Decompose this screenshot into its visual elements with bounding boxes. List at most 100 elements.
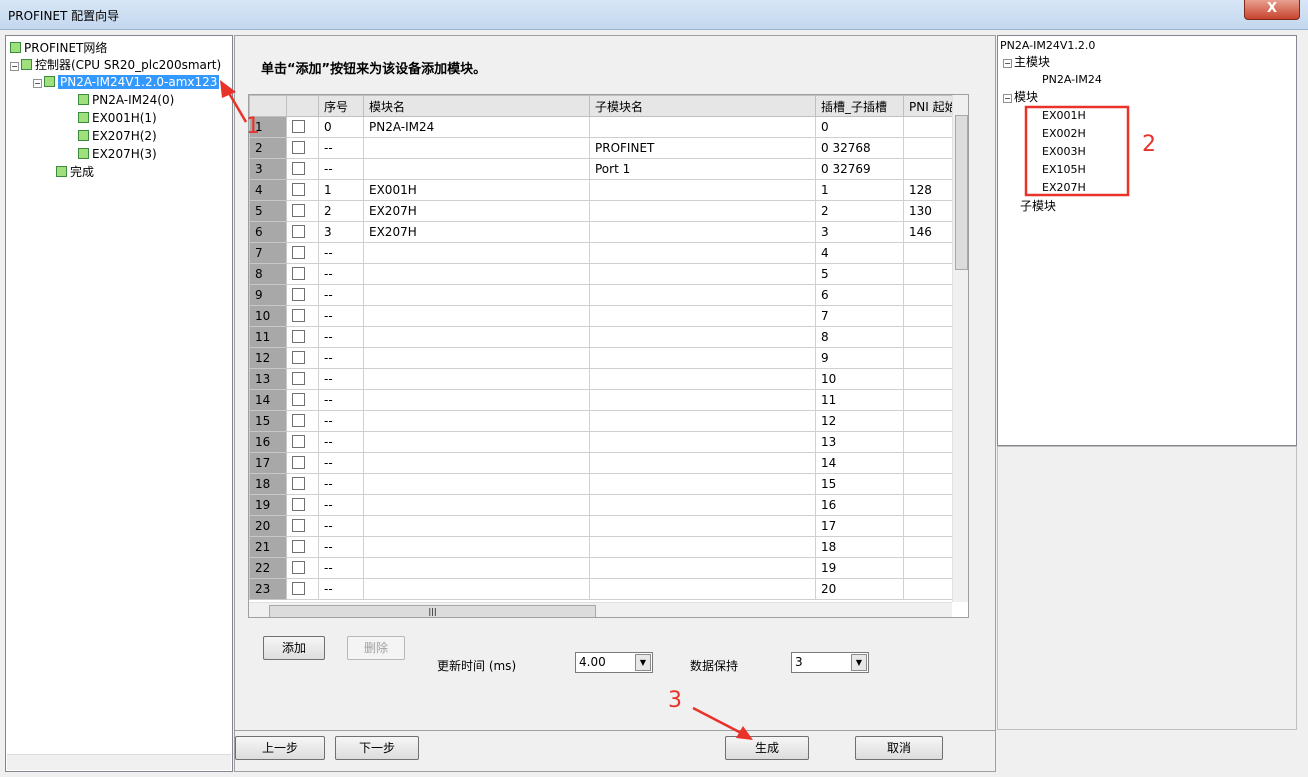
table-cell[interactable]: -- [318,368,364,390]
next-button[interactable]: 下一步 [335,736,419,760]
table-cell[interactable]: -- [318,305,364,327]
catalog-node-module[interactable]: − 模块 [1003,89,1038,106]
table-cell[interactable] [589,326,816,348]
table-cell[interactable] [589,494,816,516]
row-checkbox[interactable] [292,456,305,469]
tree-node-finish[interactable]: 完成 [56,164,94,181]
table-cell[interactable] [363,347,590,369]
update-time-select[interactable]: 4.00 ▼ [575,652,653,673]
table-cell[interactable] [363,137,590,159]
table-cell[interactable] [363,536,590,558]
table-row[interactable]: 11 -- 8 [249,326,963,348]
row-checkbox[interactable] [292,204,305,217]
table-cell[interactable] [589,116,816,138]
table-cell[interactable] [363,578,590,600]
table-cell[interactable]: -- [318,263,364,285]
row-checkbox[interactable] [292,141,305,154]
column-header[interactable]: 子模块名 [589,95,816,117]
table-row[interactable]: 12 -- 9 [249,347,963,369]
prev-button[interactable]: 上一步 [235,736,325,760]
tree-horizontal-scrollbar[interactable] [7,754,231,770]
tree-node-module[interactable]: EX001H(1) [78,110,157,127]
catalog-node-submodule[interactable]: 子模块 [1020,198,1056,215]
table-cell[interactable]: 0 [318,116,364,138]
table-row[interactable]: 2 -- PROFINET 0 32768 [249,137,963,159]
table-cell[interactable]: 1 [318,179,364,201]
table-cell[interactable]: -- [318,536,364,558]
table-row[interactable]: 17 -- 14 [249,452,963,474]
table-cell[interactable]: EX207H [363,200,590,222]
table-cell[interactable] [363,557,590,579]
table-cell[interactable]: -- [318,494,364,516]
cancel-button[interactable]: 取消 [855,736,943,760]
row-checkbox[interactable] [292,498,305,511]
table-cell[interactable] [589,200,816,222]
table-cell[interactable]: 12 [815,410,904,432]
table-cell[interactable]: -- [318,452,364,474]
table-row[interactable]: 6 3 EX207H 3 146 [249,221,963,243]
chevron-down-icon[interactable]: ▼ [635,654,651,671]
table-cell[interactable]: 5 [815,263,904,285]
scroll-thumb[interactable] [955,115,968,270]
table-horizontal-scrollbar[interactable]: ||| [249,602,952,617]
row-checkbox[interactable] [292,477,305,490]
table-cell[interactable]: 6 [815,284,904,306]
table-cell[interactable]: 14 [815,452,904,474]
column-header[interactable] [286,95,319,117]
table-cell[interactable] [589,221,816,243]
table-cell[interactable] [363,494,590,516]
close-button[interactable]: X [1244,0,1300,20]
table-cell[interactable] [589,578,816,600]
row-checkbox[interactable] [292,435,305,448]
row-checkbox[interactable] [292,393,305,406]
table-cell[interactable] [363,473,590,495]
table-cell[interactable] [589,431,816,453]
table-cell[interactable]: Port 1 [589,158,816,180]
table-cell[interactable] [589,473,816,495]
table-row[interactable]: 14 -- 11 [249,389,963,411]
catalog-item[interactable]: EX001H [1042,107,1086,124]
column-header[interactable]: 模块名 [363,95,590,117]
table-cell[interactable] [363,452,590,474]
table-cell[interactable]: 17 [815,515,904,537]
row-checkbox[interactable] [292,330,305,343]
table-cell[interactable]: 2 [318,200,364,222]
collapse-icon[interactable]: − [10,62,19,71]
row-checkbox[interactable] [292,582,305,595]
table-cell[interactable] [589,557,816,579]
table-row[interactable]: 23 -- 20 [249,578,963,600]
table-cell[interactable] [363,305,590,327]
tree-node-device[interactable]: − PN2A-IM24V1.2.0-amx123 [33,74,220,91]
add-button[interactable]: 添加 [263,636,325,660]
tree-node-module[interactable]: EX207H(3) [78,146,157,163]
scroll-thumb[interactable]: ||| [269,605,596,617]
table-row[interactable]: 9 -- 6 [249,284,963,306]
chevron-down-icon[interactable]: ▼ [851,654,867,671]
table-cell[interactable]: -- [318,515,364,537]
table-cell[interactable]: 19 [815,557,904,579]
table-row[interactable]: 16 -- 13 [249,431,963,453]
table-row[interactable]: 3 -- Port 10 32769 [249,158,963,180]
table-cell[interactable]: -- [318,431,364,453]
table-cell[interactable] [589,305,816,327]
table-cell[interactable]: 2 [815,200,904,222]
table-cell[interactable] [589,536,816,558]
row-checkbox[interactable] [292,351,305,364]
generate-button[interactable]: 生成 [725,736,809,760]
table-cell[interactable] [589,368,816,390]
table-cell[interactable] [363,368,590,390]
row-checkbox[interactable] [292,162,305,175]
table-cell[interactable] [589,263,816,285]
row-checkbox[interactable] [292,519,305,532]
table-row[interactable]: 22 -- 19 [249,557,963,579]
table-cell[interactable]: 13 [815,431,904,453]
table-row[interactable]: 13 -- 10 [249,368,963,390]
table-row[interactable]: 7 -- 4 [249,242,963,264]
table-cell[interactable]: -- [318,578,364,600]
table-row[interactable]: 8 -- 5 [249,263,963,285]
table-cell[interactable] [363,515,590,537]
table-cell[interactable] [363,326,590,348]
table-cell[interactable]: PN2A-IM24 [363,116,590,138]
table-cell[interactable]: 3 [318,221,364,243]
table-cell[interactable]: -- [318,137,364,159]
